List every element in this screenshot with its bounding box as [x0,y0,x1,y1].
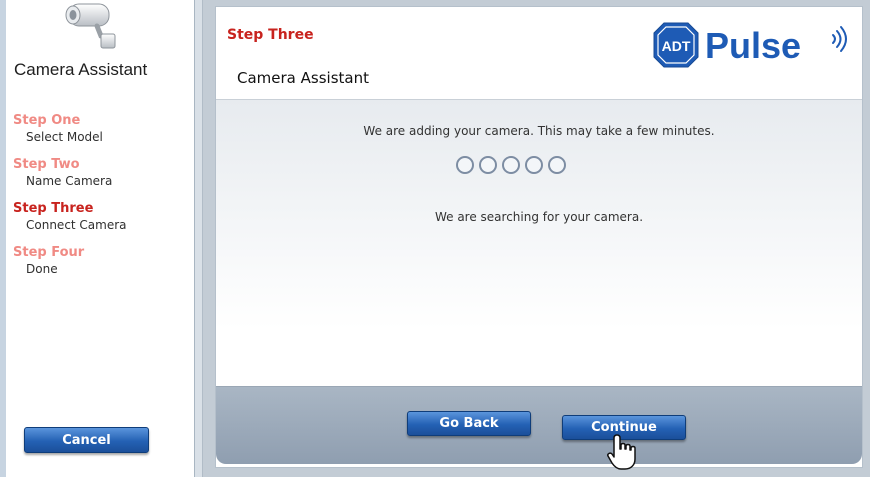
current-step-label: Step Three [227,27,314,43]
button-bar: Go Back Continue [216,386,862,470]
step-one-title: Step One [13,113,81,128]
step-one-subtitle: Select Model [26,130,103,144]
sidebar-title: Camera Assistant [14,60,148,79]
step-two-subtitle: Name Camera [26,174,113,188]
security-camera-icon [65,3,116,49]
go-back-button[interactable]: Go Back [407,411,531,436]
adt-pulse-logo: ADT Pulse [653,22,847,68]
status-message: We are adding your camera. This may take… [363,124,715,138]
step-four-title: Step Four [13,245,85,260]
step-four-subtitle: Done [26,262,58,276]
step-two-title: Step Two [13,157,80,172]
step-three-subtitle: Connect Camera [26,218,127,232]
brand-name: Pulse [705,25,801,66]
progress-indicator [456,156,626,176]
wireless-signal-icon [832,26,847,52]
search-message: We are searching for your camera. [434,210,644,224]
progress-dot [479,156,497,174]
progress-dot [456,156,474,174]
hand-pointer-icon [607,434,636,470]
progress-dot [525,156,543,174]
brand-badge: ADT [662,38,691,54]
sidebar: Camera Assistant Step One Select Model S… [0,0,195,477]
sidebar-divider [195,0,203,477]
step-three-title: Step Three [13,201,94,216]
progress-dot [502,156,520,174]
cancel-button[interactable]: Cancel [24,427,149,453]
page-title: Camera Assistant [237,69,369,87]
progress-dot [548,156,566,174]
content-area: We are adding your camera. This may take… [216,99,862,387]
main-panel: Step Three Camera Assistant ADT Pulse We… [215,6,863,470]
camera-assistant-window: Camera Assistant Step One Select Model S… [0,0,870,477]
